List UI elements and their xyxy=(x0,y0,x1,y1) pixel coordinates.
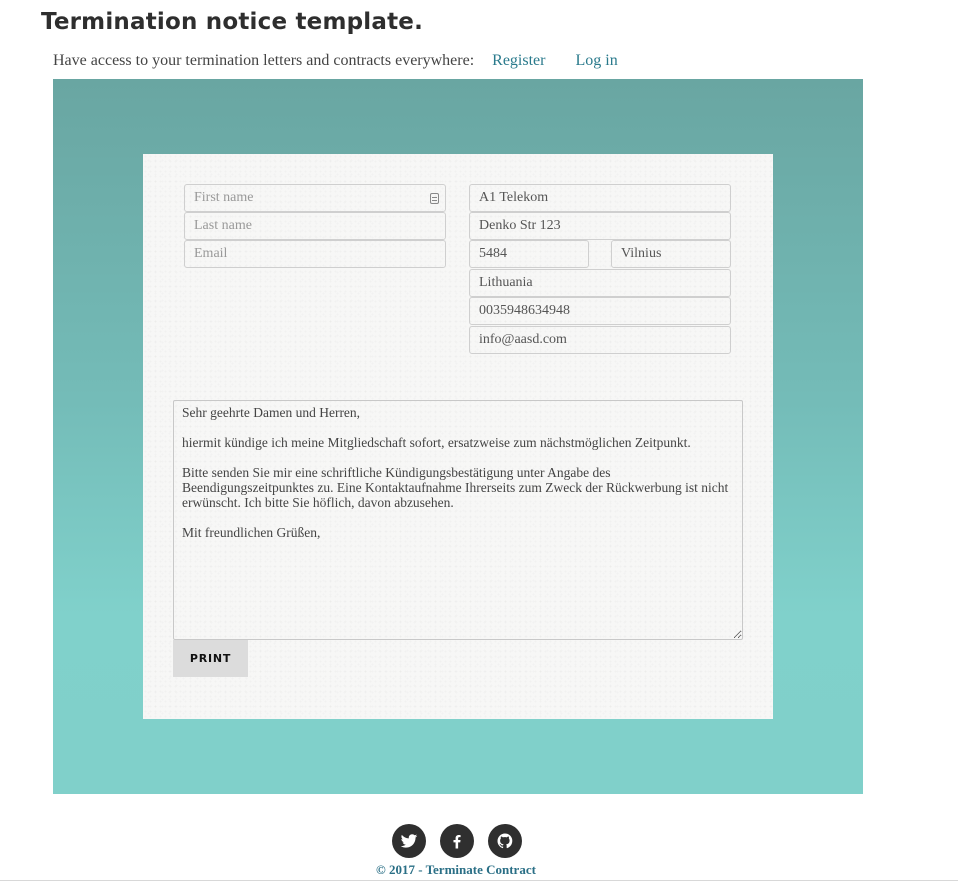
hero-background: Sehr geehrte Damen und Herren, hiermit k… xyxy=(53,79,863,794)
register-link[interactable]: Register xyxy=(492,52,545,69)
twitter-icon xyxy=(400,834,418,848)
github-button[interactable] xyxy=(488,824,522,858)
footer-copyright: © 2017 - Terminate Contract xyxy=(376,862,536,878)
print-button[interactable]: PRINT xyxy=(173,640,248,677)
copyright-prefix: © 2017 - xyxy=(376,862,426,877)
recipient-email-input[interactable] xyxy=(469,326,731,354)
twitter-button[interactable] xyxy=(392,824,426,858)
facebook-icon xyxy=(453,835,461,849)
recipient-company-input[interactable] xyxy=(469,184,731,212)
login-link[interactable]: Log in xyxy=(575,52,617,69)
last-name-input[interactable] xyxy=(184,212,446,240)
first-name-input[interactable] xyxy=(184,184,446,212)
letter-body-textarea[interactable]: Sehr geehrte Damen und Herren, hiermit k… xyxy=(173,400,743,640)
page-title: Termination notice template. xyxy=(41,9,424,35)
tagline-row: Have access to your termination letters … xyxy=(53,52,618,70)
terminate-contract-link[interactable]: Terminate Contract xyxy=(426,862,536,877)
github-icon xyxy=(497,833,513,849)
page-bottom-divider xyxy=(0,880,958,881)
letter-form: Sehr geehrte Damen und Herren, hiermit k… xyxy=(143,154,773,719)
recipient-zip-input[interactable] xyxy=(469,240,589,268)
recipient-city-input[interactable] xyxy=(611,240,731,268)
recipient-country-input[interactable] xyxy=(469,269,731,297)
autofill-contact-icon[interactable] xyxy=(430,193,439,204)
tagline-text: Have access to your termination letters … xyxy=(53,52,475,69)
recipient-street-input[interactable] xyxy=(469,212,731,240)
email-input[interactable] xyxy=(184,240,446,268)
recipient-phone-input[interactable] xyxy=(469,297,731,325)
facebook-button[interactable] xyxy=(440,824,474,858)
